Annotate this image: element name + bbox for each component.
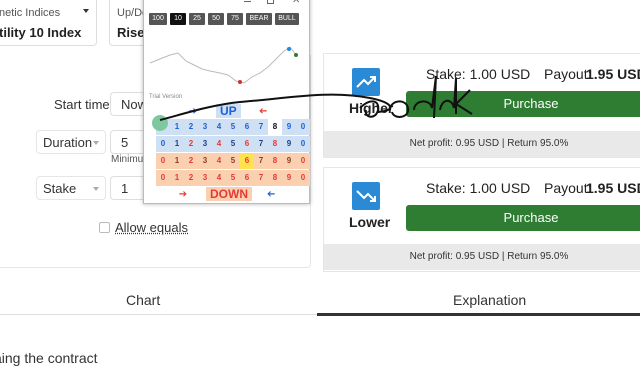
payout-label: Payout: xyxy=(544,180,592,196)
tab-active-indicator xyxy=(317,313,640,316)
period-button-bull[interactable]: BULL xyxy=(275,13,299,25)
digit-cell[interactable]: 7 xyxy=(254,170,268,186)
market-category: netic Indices xyxy=(0,7,61,19)
digit-cell[interactable]: 0 xyxy=(296,170,310,186)
handwritten-annotation xyxy=(159,75,473,121)
digit-cell[interactable]: 0 xyxy=(156,153,170,169)
down-right-arrow-icon[interactable]: ➔ xyxy=(176,190,190,200)
digit-cell[interactable]: 2 xyxy=(184,170,198,186)
high-marker xyxy=(287,47,291,51)
period-button-100[interactable]: 100 xyxy=(149,13,167,25)
digit-cell[interactable]: 0 xyxy=(156,170,170,186)
payout-label: Payout: xyxy=(544,66,592,82)
digit-cell[interactable]: 8 xyxy=(268,153,282,169)
current-marker xyxy=(294,53,298,57)
contract-footer: Net profit: 0.95 USD | Return 95.0% xyxy=(324,244,640,270)
period-button-50[interactable]: 50 xyxy=(208,13,224,25)
lower-icon xyxy=(352,182,380,210)
down-left-arrow-icon[interactable]: ➔ xyxy=(264,189,278,200)
tab-explanation[interactable]: Explanation xyxy=(453,292,526,308)
down-button[interactable]: DOWN xyxy=(206,187,252,201)
contract-card-lower: Lower Stake: 1.00 USD Payout: 1.95 USD P… xyxy=(323,167,640,272)
digit-cell[interactable]: 3 xyxy=(198,153,212,169)
digit-cell[interactable]: 5 xyxy=(226,153,240,169)
close-icon[interactable]: ✕ xyxy=(292,0,300,6)
digit-cell[interactable]: 3 xyxy=(198,170,212,186)
period-button-75[interactable]: 75 xyxy=(227,13,243,25)
period-button-10[interactable]: 10 xyxy=(170,13,186,25)
digit-cell[interactable]: 7 xyxy=(254,153,268,169)
digit-cell[interactable]: 2 xyxy=(184,153,198,169)
digit-cell[interactable]: 4 xyxy=(212,170,226,186)
maximize-icon[interactable] xyxy=(267,0,274,4)
digit-cell[interactable]: 6 xyxy=(240,153,254,169)
digit-cell[interactable]: 9 xyxy=(282,170,296,186)
digit-cell[interactable]: 0 xyxy=(296,153,310,169)
digit-cell[interactable]: 6 xyxy=(240,170,254,186)
chevron-down-icon xyxy=(83,9,89,13)
stake-label: Stake: 1.00 USD xyxy=(426,180,531,196)
digit-cell[interactable]: 8 xyxy=(268,170,282,186)
purchase-button[interactable]: Purchase xyxy=(406,205,640,231)
period-button-25[interactable]: 25 xyxy=(189,13,205,25)
market-selector[interactable]: netic Indices tility 10 Index xyxy=(0,0,97,46)
payout-value: 1.95 USD xyxy=(586,180,640,196)
minimize-icon[interactable] xyxy=(244,1,251,2)
digit-cell[interactable]: 4 xyxy=(212,153,226,169)
digit-cell[interactable]: 1 xyxy=(170,153,184,169)
payout-value: 1.95 USD xyxy=(586,66,640,82)
market-name: tility 10 Index xyxy=(0,25,82,40)
digit-cell[interactable]: 1 xyxy=(170,170,184,186)
digit-cell[interactable]: 5 xyxy=(226,170,240,186)
period-button-bear[interactable]: BEAR xyxy=(246,13,272,25)
section-heading: aing the contract xyxy=(0,350,98,366)
title-bar: ✕ xyxy=(144,0,309,9)
digit-cell[interactable]: 9 xyxy=(282,153,296,169)
contract-name: Lower xyxy=(349,214,391,230)
tab-chart[interactable]: Chart xyxy=(126,292,160,308)
